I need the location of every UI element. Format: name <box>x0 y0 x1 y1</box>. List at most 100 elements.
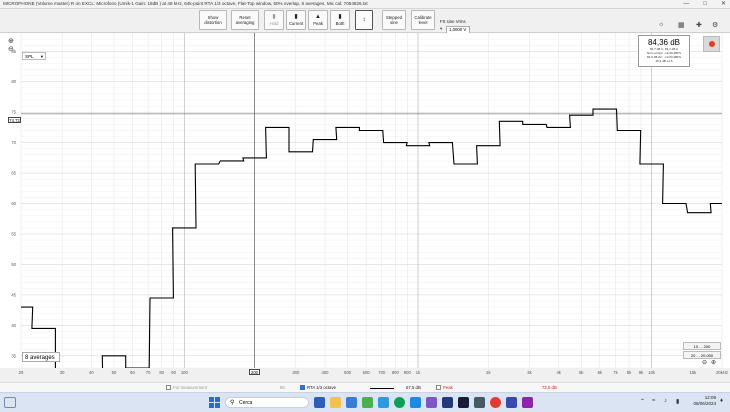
app-icon-5[interactable] <box>426 397 437 408</box>
averages-label: 8 averages <box>22 352 60 362</box>
zoom-out-x-icon[interactable]: ⊖ <box>702 359 707 366</box>
taskbar-search-box[interactable]: ⚲ Cerca <box>225 397 309 408</box>
y-tick-label: 75 <box>11 110 16 115</box>
file-explorer-icon[interactable] <box>330 397 341 408</box>
maximize-button[interactable]: □ <box>703 0 707 8</box>
for-measurement-value: 80 <box>280 385 285 390</box>
peak-icon: ▲ <box>315 14 321 20</box>
taskbar-search-text: Cerca <box>239 400 253 406</box>
x-tick-label: 600 <box>362 370 370 375</box>
x-tick-label: 6k <box>597 370 603 375</box>
window-title: MICROPHONE (Volume master) R on EXCL: Mi… <box>3 1 368 6</box>
reset-averaging-label: Reset averaging <box>235 15 255 25</box>
rta-checkbox[interactable] <box>300 385 305 390</box>
x-tick-label: 70 <box>145 370 151 375</box>
x-tick-label: 3k <box>527 370 532 375</box>
app-icon-6[interactable] <box>442 397 453 408</box>
both-button[interactable]: ▮ Both <box>330 10 350 30</box>
x-tick-label: 500 <box>344 370 352 375</box>
current-button[interactable]: ▮ Current <box>286 10 306 30</box>
calibrate-level-label: Calibrate level <box>414 15 432 25</box>
widgets-icon[interactable] <box>4 397 16 408</box>
stepped-sine-button[interactable]: Stepped sine <box>382 10 406 30</box>
title-bar: MICROPHONE (Volume master) R on EXCL: Mi… <box>0 0 730 9</box>
windows-start-icon[interactable] <box>209 397 220 408</box>
close-button[interactable]: ✕ <box>721 0 726 8</box>
y-tick-label: 60 <box>11 201 16 206</box>
taskbar-clock[interactable]: 12:09 08/06/2024 <box>690 395 716 407</box>
zoom-in-y-icon[interactable]: ⊕ <box>8 37 14 45</box>
for-measurement-label: For measurement <box>173 385 207 390</box>
x-tick-label: 90 <box>171 370 176 375</box>
rta-swatch <box>370 388 394 389</box>
current-icon: ▮ <box>294 14 298 20</box>
app-icon-10[interactable] <box>506 397 517 408</box>
x-tick-label: 2k <box>486 370 491 375</box>
rta-series-line <box>21 108 722 368</box>
sun-icon[interactable]: ☼ <box>658 21 664 28</box>
zoom-in-x-icon[interactable]: ⊕ <box>711 359 716 366</box>
record-button[interactable] <box>703 36 720 52</box>
app-icon-3[interactable] <box>378 397 389 408</box>
show-distortion-button[interactable]: Show distortion <box>199 10 227 30</box>
curve-toggle-button[interactable]: ↕ <box>355 10 373 30</box>
app-icon-2[interactable] <box>362 397 373 408</box>
y-tick-label: 65 <box>11 171 16 176</box>
taskbar-date: 08/06/2024 <box>693 401 716 406</box>
level-readout-panel: 84,36 dB 83,7 dB C, 83,7 dB A Num arrays… <box>638 35 690 67</box>
range-top-button[interactable]: 10 ... 200 <box>683 342 721 350</box>
x-tick-label: 30 <box>59 370 65 375</box>
curve-icon: ↕ <box>362 16 366 23</box>
chevron-down-icon: ▾ <box>40 54 43 59</box>
peak-checkbox[interactable] <box>436 385 441 390</box>
grid-icon[interactable]: ▦ <box>678 21 685 29</box>
both-label: Both <box>335 21 345 26</box>
graph-panel[interactable]: 85 80 75 70 65 60 55 50 45 40 35 ⊕ ⊖ SPL ▾ 74,72 8… <box>0 33 730 368</box>
rta-value: 67,5 dB <box>406 385 421 390</box>
rta-chart[interactable]: 8580757065605550454035 <box>0 33 730 368</box>
search-icon: ⚲ <box>230 400 235 406</box>
fs-stepper-icon[interactable]: ▾ <box>440 26 442 32</box>
wifi-icon[interactable]: ≈ <box>652 398 655 404</box>
settings-icon[interactable]: ⚙ <box>712 21 718 29</box>
x-tick-label: 50 <box>111 370 117 375</box>
task-view-icon[interactable] <box>314 397 325 408</box>
x-tick-label: 15k <box>689 370 697 375</box>
x-tick-label: 80 <box>159 370 165 375</box>
x-tick-label: 7k <box>613 370 618 375</box>
app-icon-9[interactable] <box>490 397 501 408</box>
reset-averaging-button[interactable]: Reset averaging <box>231 10 259 30</box>
app-icon-4[interactable] <box>410 397 421 408</box>
x-tick-label: 10k <box>648 370 656 375</box>
volume-icon[interactable]: ♪ <box>664 398 667 404</box>
current-label: Current <box>288 21 304 26</box>
x-tick-label: 700 <box>378 370 386 375</box>
notification-bell-icon[interactable]: ♦ <box>720 398 723 404</box>
app-icon-8[interactable] <box>474 397 485 408</box>
peak-button[interactable]: ▲ Peak <box>308 10 328 30</box>
tray-chevron-icon[interactable]: ⌃ <box>640 398 645 405</box>
y-tick-label: 50 <box>11 262 16 267</box>
pin-icon[interactable]: ✚ <box>696 21 702 29</box>
hold-button[interactable]: ▮ Hold <box>264 10 284 30</box>
spl-select[interactable]: SPL ▾ <box>22 52 46 60</box>
range-bottom-button[interactable]: 20 ... 20.000 <box>683 351 721 359</box>
x-tick-label: 4k <box>556 370 561 375</box>
battery-icon[interactable]: ▮ <box>676 398 679 405</box>
x-tick-label: 400 <box>321 370 329 375</box>
zoom-out-y-icon[interactable]: ⊖ <box>8 45 14 53</box>
x-tick-label: 60 <box>130 370 135 375</box>
app-icon-1[interactable] <box>346 397 357 408</box>
hold-icon: ▮ <box>272 14 276 20</box>
rta-label: RTA 1/3 octave <box>307 385 336 390</box>
app-icon-7[interactable] <box>458 397 469 408</box>
minimize-button[interactable]: — <box>683 0 689 8</box>
app-icon-11[interactable] <box>522 397 533 408</box>
browser-icon[interactable] <box>394 397 405 408</box>
cursor-y-label: 74,72 <box>8 117 21 123</box>
x-tick-label: 20 <box>18 370 24 375</box>
cursor-x-label: 200 <box>249 369 260 375</box>
y-tick-label: 80 <box>11 79 16 84</box>
calibrate-level-button[interactable]: Calibrate level <box>411 10 435 30</box>
for-measurement-checkbox[interactable] <box>166 385 171 390</box>
